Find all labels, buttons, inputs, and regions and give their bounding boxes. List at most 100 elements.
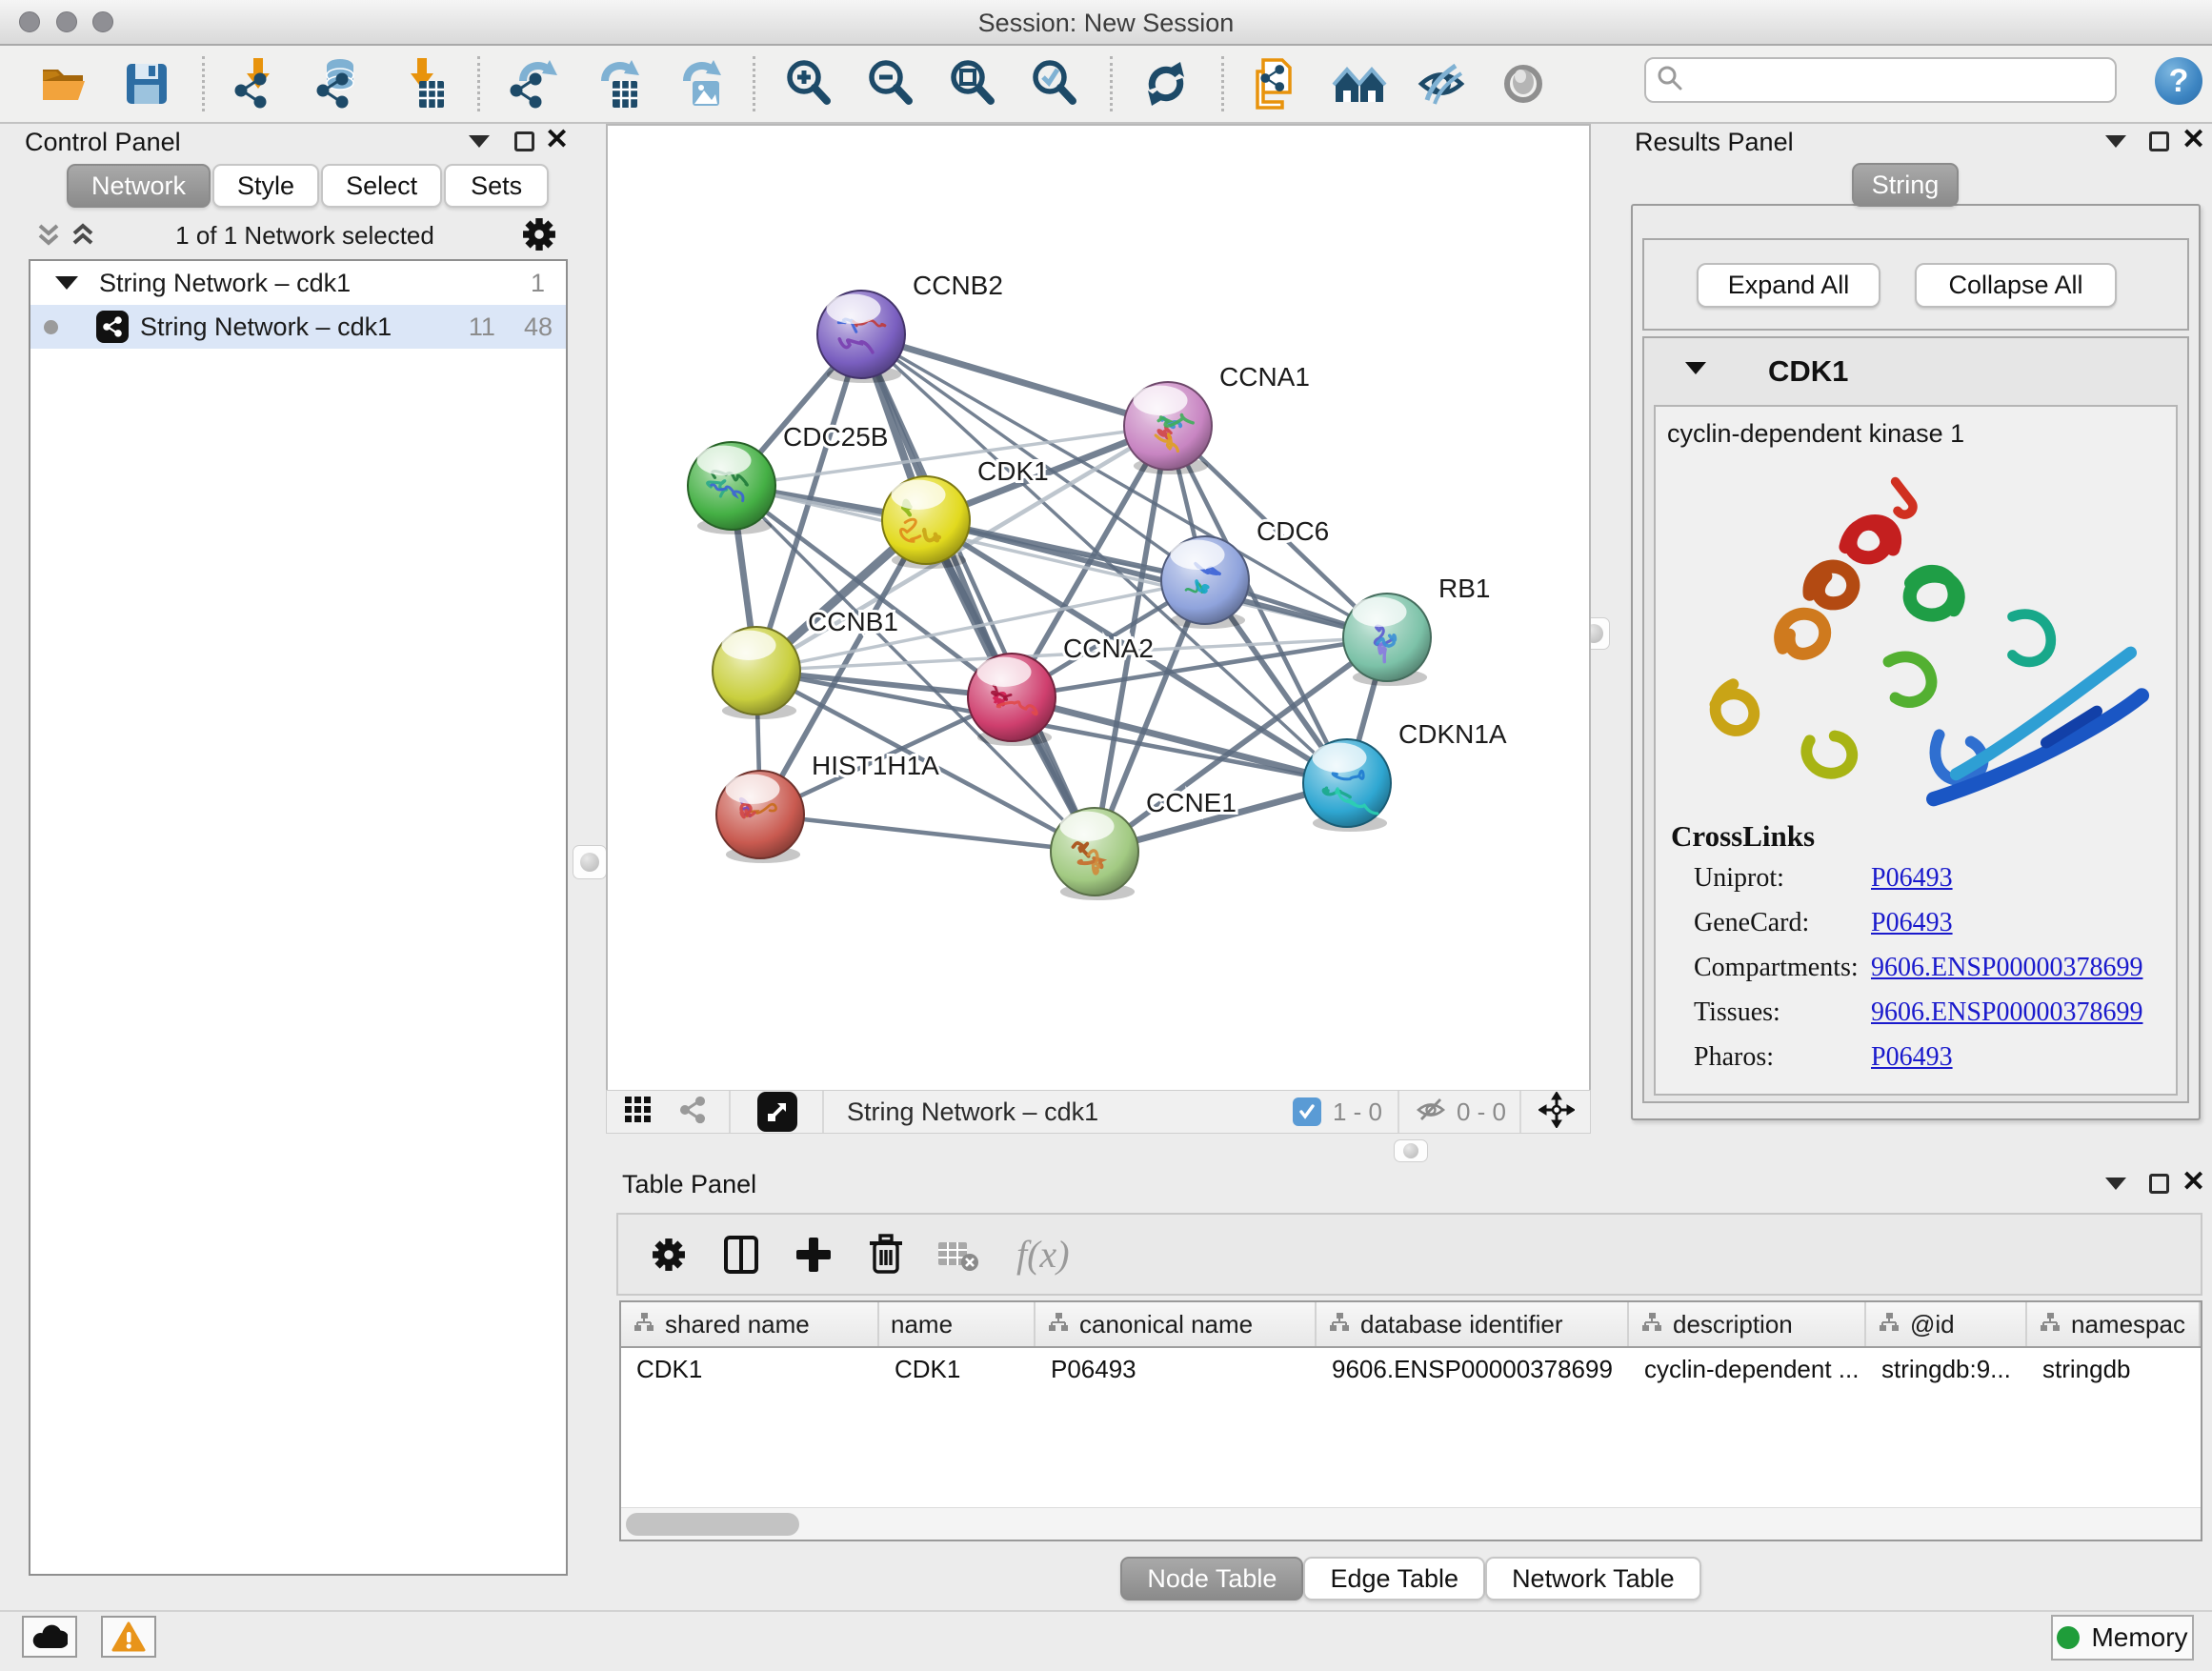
column-label: shared name — [665, 1310, 810, 1339]
grid-view-icon[interactable] — [624, 1096, 653, 1129]
zoom-fit-button[interactable] — [938, 51, 1007, 116]
tab-string[interactable]: String — [1852, 163, 1959, 207]
import-network-from-database-button[interactable] — [306, 51, 374, 116]
network-canvas[interactable]: CCNB2CCNA1CDC25BCDK1CDC6RB1CCNB1CCNA2CDK… — [606, 124, 1591, 1090]
zoom-selected-button[interactable] — [1020, 51, 1089, 116]
collection-expander-icon[interactable] — [55, 276, 78, 290]
import-network-from-file-button[interactable] — [224, 51, 292, 116]
tab-edge-table[interactable]: Edge Table — [1303, 1557, 1485, 1601]
expand-all-chevron-icon[interactable] — [69, 221, 97, 254]
left-splitter-handle[interactable] — [573, 845, 607, 879]
table-horizontal-scrollbar[interactable] — [621, 1507, 2201, 1540]
node-RB1[interactable]: RB1 — [1343, 574, 1490, 686]
selected-checkbox-icon[interactable] — [1293, 1097, 1321, 1126]
table-row[interactable]: CDK1CDK1P064939606.ENSP00000378699cyclin… — [621, 1348, 2201, 1391]
birdseye-view-button[interactable] — [757, 1092, 797, 1132]
export-image-button[interactable] — [663, 51, 732, 116]
node-CCNA1[interactable]: CCNA1 — [1124, 362, 1310, 474]
function-builder-icon[interactable]: f(x) — [1016, 1232, 1070, 1277]
export-network-button[interactable] — [499, 51, 568, 116]
save-session-button[interactable] — [112, 51, 181, 116]
warnings-button[interactable] — [101, 1616, 156, 1658]
node-label-CCNA1: CCNA1 — [1219, 362, 1310, 392]
table-cell[interactable]: CDK1 — [621, 1348, 879, 1391]
table-panel-float-icon[interactable] — [2149, 1174, 2169, 1194]
column-header-namespac[interactable]: namespac — [2027, 1302, 2201, 1346]
tab-network-table[interactable]: Network Table — [1485, 1557, 1701, 1601]
node-CCNE1[interactable]: CCNE1 — [1051, 788, 1237, 900]
delete-table-icon[interactable] — [929, 1225, 988, 1284]
add-column-icon[interactable] — [712, 1225, 771, 1284]
collapse-all-button[interactable]: Collapse All — [1915, 263, 2117, 308]
tab-style[interactable]: Style — [212, 164, 319, 208]
expand-all-button[interactable]: Expand All — [1697, 263, 1880, 308]
results-entry-name: CDK1 — [1768, 354, 1848, 389]
network-edge-count: 48 — [524, 312, 553, 342]
open-session-button[interactable] — [30, 51, 99, 116]
help-button[interactable]: ? — [2155, 57, 2202, 105]
zoom-out-button[interactable] — [856, 51, 925, 116]
control-panel-close-icon[interactable]: ✕ — [545, 130, 569, 151]
export-table-button[interactable] — [581, 51, 650, 116]
results-panel-menu-icon[interactable] — [2105, 135, 2126, 148]
cdk1-expander-icon[interactable] — [1685, 362, 1706, 374]
hide-selected-button[interactable] — [1407, 51, 1476, 116]
table-cell[interactable]: stringdb — [2027, 1348, 2201, 1391]
control-panel-menu-icon[interactable] — [469, 135, 490, 148]
table-panel-menu-icon[interactable] — [2105, 1178, 2126, 1190]
table-settings-gear-icon[interactable] — [639, 1225, 698, 1284]
zoom-in-button[interactable] — [774, 51, 843, 116]
edge-HIST1H1A-CCNE1[interactable] — [760, 815, 1095, 852]
gear-icon[interactable] — [522, 217, 556, 256]
table-cell[interactable]: CDK1 — [879, 1348, 1036, 1391]
export-image-icon — [670, 56, 725, 111]
results-panel-float-icon[interactable] — [2149, 131, 2169, 151]
column-header-shared-name[interactable]: shared name — [621, 1302, 879, 1346]
crosslink-link[interactable]: P06493 — [1871, 1042, 1953, 1073]
tab-node-table[interactable]: Node Table — [1120, 1557, 1303, 1601]
network-row-selected[interactable]: String Network – cdk1 11 48 — [30, 305, 566, 349]
column-header-@id[interactable]: @id — [1866, 1302, 2027, 1346]
apply-layout-button[interactable] — [1132, 51, 1200, 116]
tab-sets[interactable]: Sets — [444, 164, 549, 208]
first-neighbors-button[interactable] — [1325, 51, 1394, 116]
import-network-icon — [231, 56, 286, 111]
results-panel-close-icon[interactable]: ✕ — [2182, 130, 2205, 151]
add-row-plus-icon[interactable] — [784, 1225, 843, 1284]
status-bar — [0, 1610, 2212, 1671]
automation-cloud-button[interactable] — [22, 1616, 77, 1658]
delete-row-trash-icon[interactable] — [856, 1225, 915, 1284]
scrollbar-thumb[interactable] — [626, 1513, 799, 1536]
collapse-all-chevron-icon[interactable] — [34, 221, 63, 254]
column-header-database-identifier[interactable]: database identifier — [1317, 1302, 1629, 1346]
column-header-name[interactable]: name — [879, 1302, 1036, 1346]
show-all-button[interactable] — [1489, 51, 1558, 116]
node-CDKN1A[interactable]: CDKN1A — [1303, 719, 1507, 832]
table-cell[interactable]: 9606.ENSP00000378699 — [1317, 1348, 1629, 1391]
share-view-icon[interactable] — [677, 1095, 708, 1130]
table-cell[interactable]: cyclin-dependent ... — [1629, 1348, 1866, 1391]
crosslink-link[interactable]: P06493 — [1871, 908, 1953, 938]
memory-button[interactable]: Memory — [2051, 1615, 2194, 1661]
import-table-from-file-button[interactable] — [388, 51, 456, 116]
node-HIST1H1A[interactable]: HIST1H1A — [716, 751, 939, 863]
crosslink-link[interactable]: P06493 — [1871, 863, 1953, 894]
crosslink-link[interactable]: 9606.ENSP00000378699 — [1871, 953, 2142, 983]
table-cell[interactable]: P06493 — [1036, 1348, 1317, 1391]
new-network-from-selection-button[interactable] — [1243, 51, 1312, 116]
control-panel-float-icon[interactable] — [514, 131, 534, 151]
move-crosshair-icon[interactable] — [1538, 1092, 1575, 1133]
column-header-canonical-name[interactable]: canonical name — [1036, 1302, 1317, 1346]
table-cell[interactable]: stringdb:9... — [1866, 1348, 2027, 1391]
tab-select[interactable]: Select — [321, 164, 442, 208]
zoom-out-icon — [863, 56, 918, 111]
table-panel-close-icon[interactable]: ✕ — [2182, 1172, 2205, 1193]
network-collection-row[interactable]: String Network – cdk1 1 — [30, 261, 566, 305]
column-header-description[interactable]: description — [1629, 1302, 1866, 1346]
crosslink-link[interactable]: 9606.ENSP00000378699 — [1871, 997, 2142, 1028]
search-input[interactable] — [1684, 67, 2103, 94]
edge-CCNB2-CCNA1[interactable] — [861, 334, 1168, 426]
tab-network[interactable]: Network — [67, 164, 211, 208]
node-table: shared name namecanonical namedatabase id… — [619, 1300, 2202, 1541]
horizontal-splitter-handle[interactable] — [1394, 1139, 1428, 1162]
